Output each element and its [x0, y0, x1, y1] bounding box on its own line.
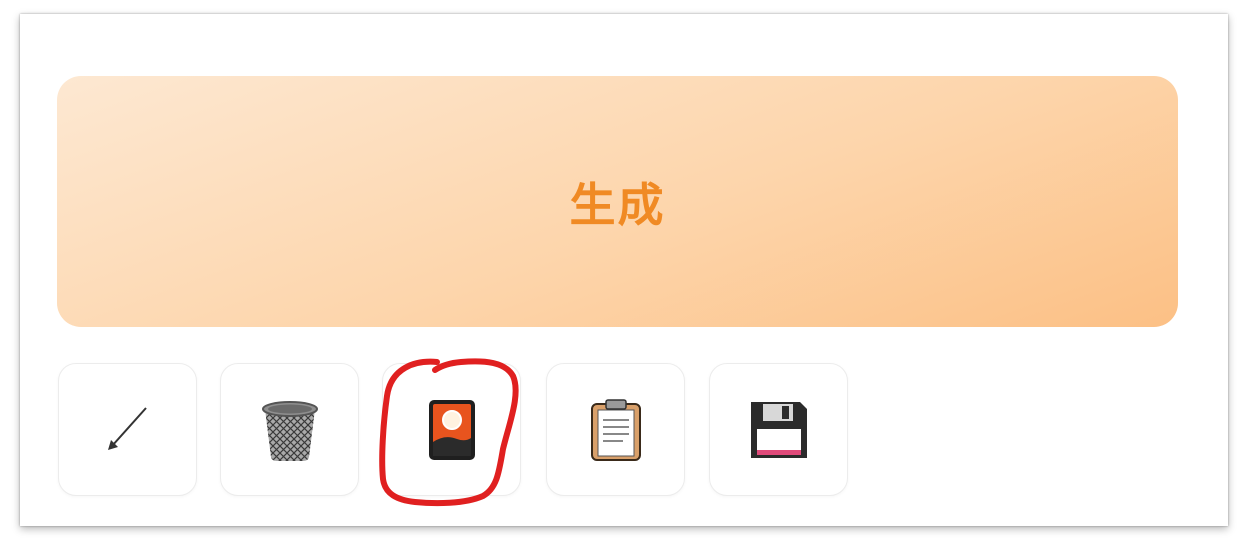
clipboard-tool-button[interactable] — [546, 363, 685, 496]
trash-can-icon — [259, 397, 321, 463]
clipboard-icon — [589, 398, 643, 462]
save-tool-button[interactable] — [709, 363, 848, 496]
floppy-disk-icon — [748, 399, 810, 461]
arrow-down-left-icon — [98, 400, 158, 460]
generate-button[interactable]: 生成 — [57, 76, 1178, 327]
image-card-tool-button[interactable] — [382, 363, 521, 496]
panel-card: 生成 — [20, 14, 1228, 526]
arrow-tool-button[interactable] — [58, 363, 197, 496]
delete-tool-button[interactable] — [220, 363, 359, 496]
generate-button-label: 生成 — [569, 177, 666, 232]
photo-card-icon — [427, 398, 477, 462]
